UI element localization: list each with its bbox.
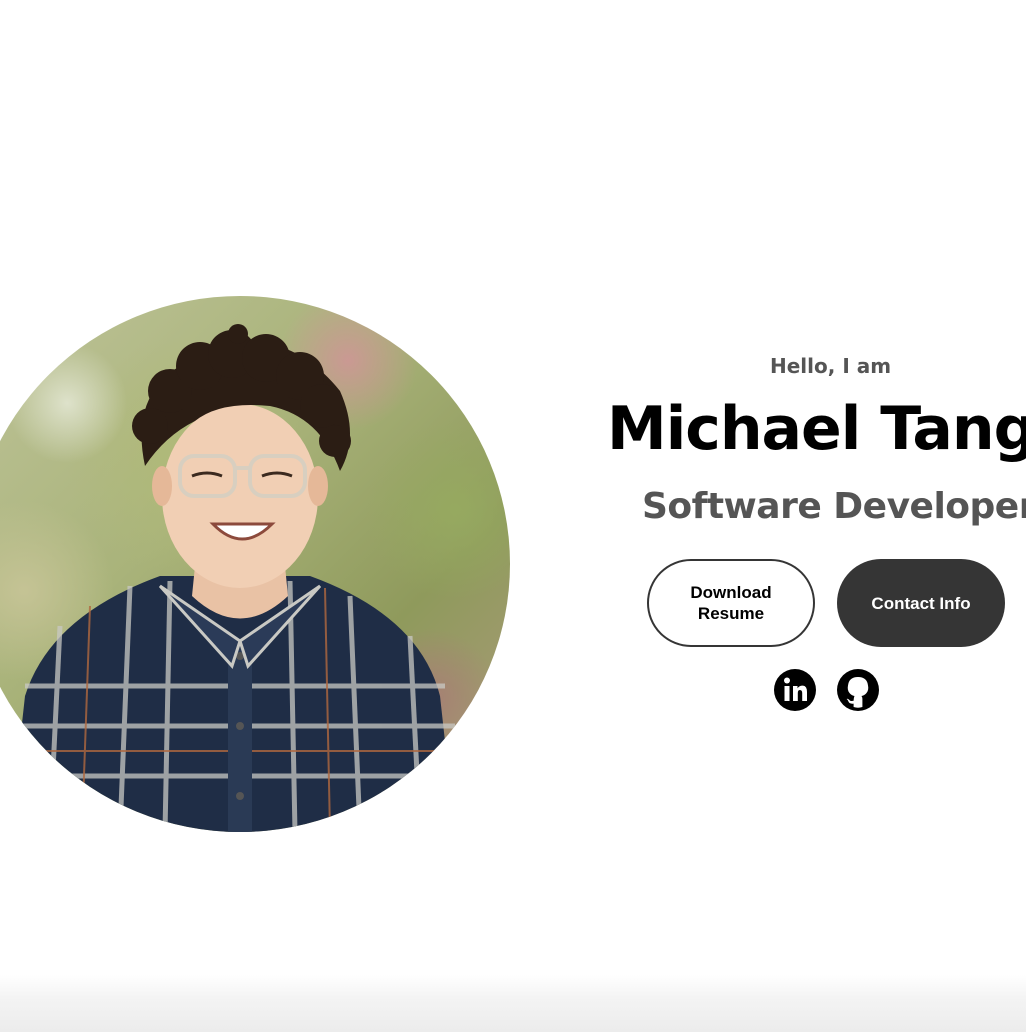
contact-info-label: Contact Info (871, 593, 971, 613)
job-title: Software Developer (642, 486, 1026, 527)
download-resume-button[interactable]: Download Resume (647, 559, 815, 647)
greeting-text: Hello, I am (770, 354, 892, 378)
social-links (773, 668, 883, 712)
download-resume-label: Download Resume (690, 583, 772, 623)
linkedin-icon[interactable] (773, 668, 817, 712)
profile-photo (0, 296, 510, 832)
contact-info-button[interactable]: Contact Info (837, 559, 1005, 647)
portfolio-page: Hello, I am Michael Tang Software Develo… (0, 0, 1026, 1032)
github-icon[interactable] (836, 668, 880, 712)
profile-name: Michael Tang (607, 394, 1026, 464)
profile-photo-illustration (10, 324, 455, 832)
